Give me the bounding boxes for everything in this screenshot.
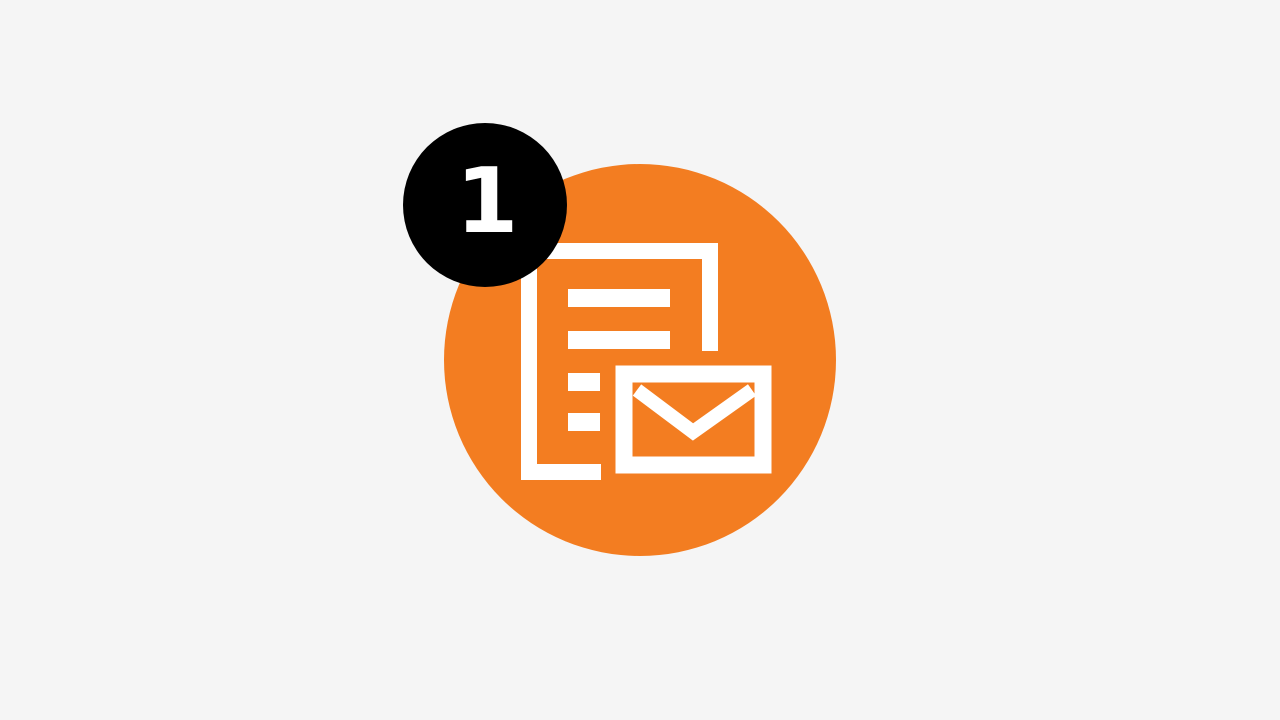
- step-number-badge: 1: [403, 123, 567, 287]
- step-number: 1: [455, 149, 519, 254]
